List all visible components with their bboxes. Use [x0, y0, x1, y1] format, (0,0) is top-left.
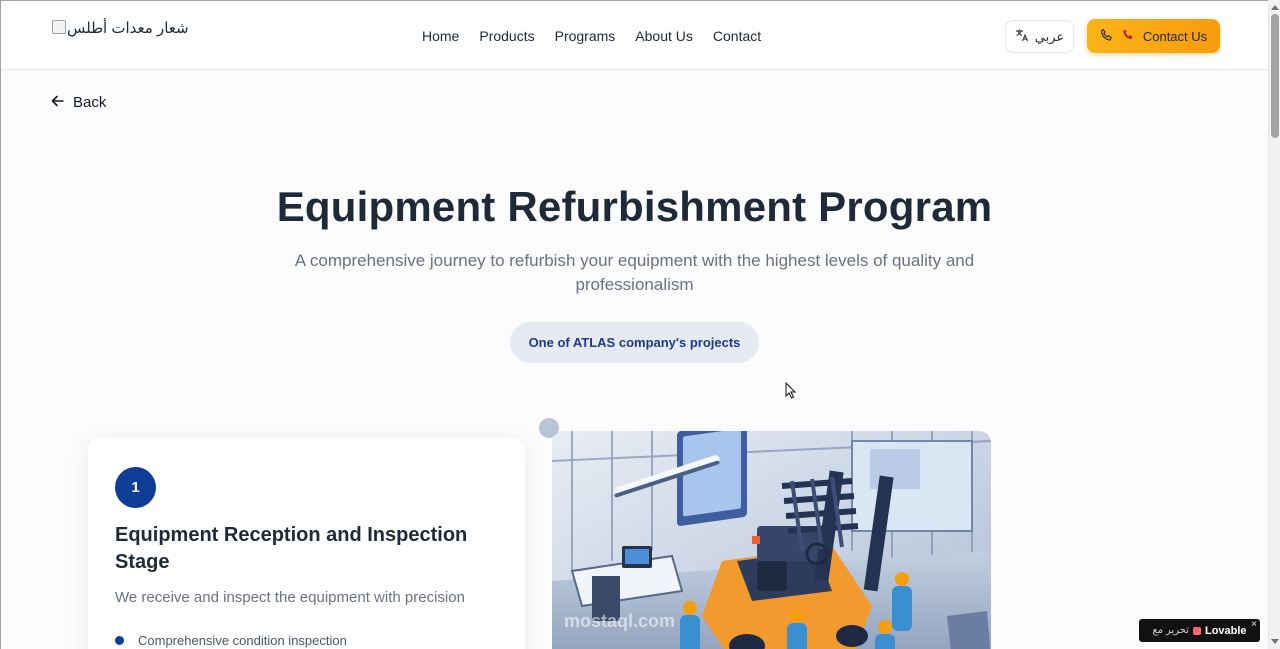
list-item: Comprehensive condition inspection	[115, 633, 347, 648]
language-toggle-button[interactable]: عربي	[1005, 20, 1074, 53]
nav-home[interactable]: Home	[422, 28, 459, 44]
nav-about-us[interactable]: About Us	[635, 28, 693, 44]
lovable-edit-badge[interactable]: تحرير مع Lovable ×	[1139, 619, 1260, 642]
site-logo[interactable]: شعار معدات أطلس	[52, 19, 189, 37]
back-label: Back	[73, 94, 107, 111]
arrow-left-icon	[51, 94, 64, 111]
site-header: شعار معدات أطلس Home Products Programs A…	[1, 1, 1268, 70]
mouse-cursor-icon	[785, 382, 797, 399]
broken-image-icon	[52, 20, 66, 34]
lovable-brand-label: Lovable	[1204, 624, 1247, 637]
main-nav: Home Products Programs About Us Contact	[422, 28, 761, 44]
browser-viewport: شعار معدات أطلس Home Products Programs A…	[0, 0, 1268, 649]
contact-us-label: Contact Us	[1142, 28, 1208, 44]
scroll-up-arrow-icon[interactable]	[1271, 5, 1279, 10]
scroll-thumb[interactable]	[1271, 14, 1279, 138]
bullet-icon	[115, 636, 124, 645]
step-description: We receive and inspect the equipment wit…	[115, 589, 465, 606]
step-feature-list: Comprehensive condition inspection	[115, 633, 347, 648]
nav-contact[interactable]: Contact	[713, 28, 761, 44]
page-subtitle: A comprehensive journey to refurbish you…	[294, 251, 975, 294]
back-link[interactable]: Back	[51, 94, 106, 111]
page-title: Equipment Refurbishment Program	[276, 183, 993, 230]
phone-filled-icon	[1122, 28, 1135, 44]
phone-outline-icon	[1100, 28, 1114, 45]
step-number-badge: 1	[115, 467, 156, 508]
scroll-down-arrow-icon[interactable]	[1271, 639, 1279, 644]
step-title: Equipment Reception and Inspection Stage	[115, 524, 468, 573]
step-illustration: mostaql.com	[552, 431, 991, 649]
translate-icon	[1015, 28, 1029, 45]
lovable-badge-prefix: تحرير مع	[1152, 625, 1189, 636]
nav-programs[interactable]: Programs	[555, 28, 616, 44]
close-icon[interactable]: ×	[1251, 619, 1257, 630]
image-watermark: mostaql.com	[564, 611, 676, 631]
step-card: 1 Equipment Reception and Inspection Sta…	[88, 438, 525, 649]
lovable-heart-icon	[1192, 626, 1201, 635]
language-label: عربي	[1034, 28, 1065, 44]
logo-alt-text: شعار معدات أطلس	[67, 20, 189, 37]
page-scrollbar[interactable]	[1268, 0, 1280, 649]
nav-products[interactable]: Products	[479, 28, 534, 44]
contact-us-button[interactable]: Contact Us	[1087, 19, 1220, 53]
project-badge: One of ATLAS company's projects	[510, 322, 759, 363]
list-item-label: Comprehensive condition inspection	[138, 633, 347, 648]
